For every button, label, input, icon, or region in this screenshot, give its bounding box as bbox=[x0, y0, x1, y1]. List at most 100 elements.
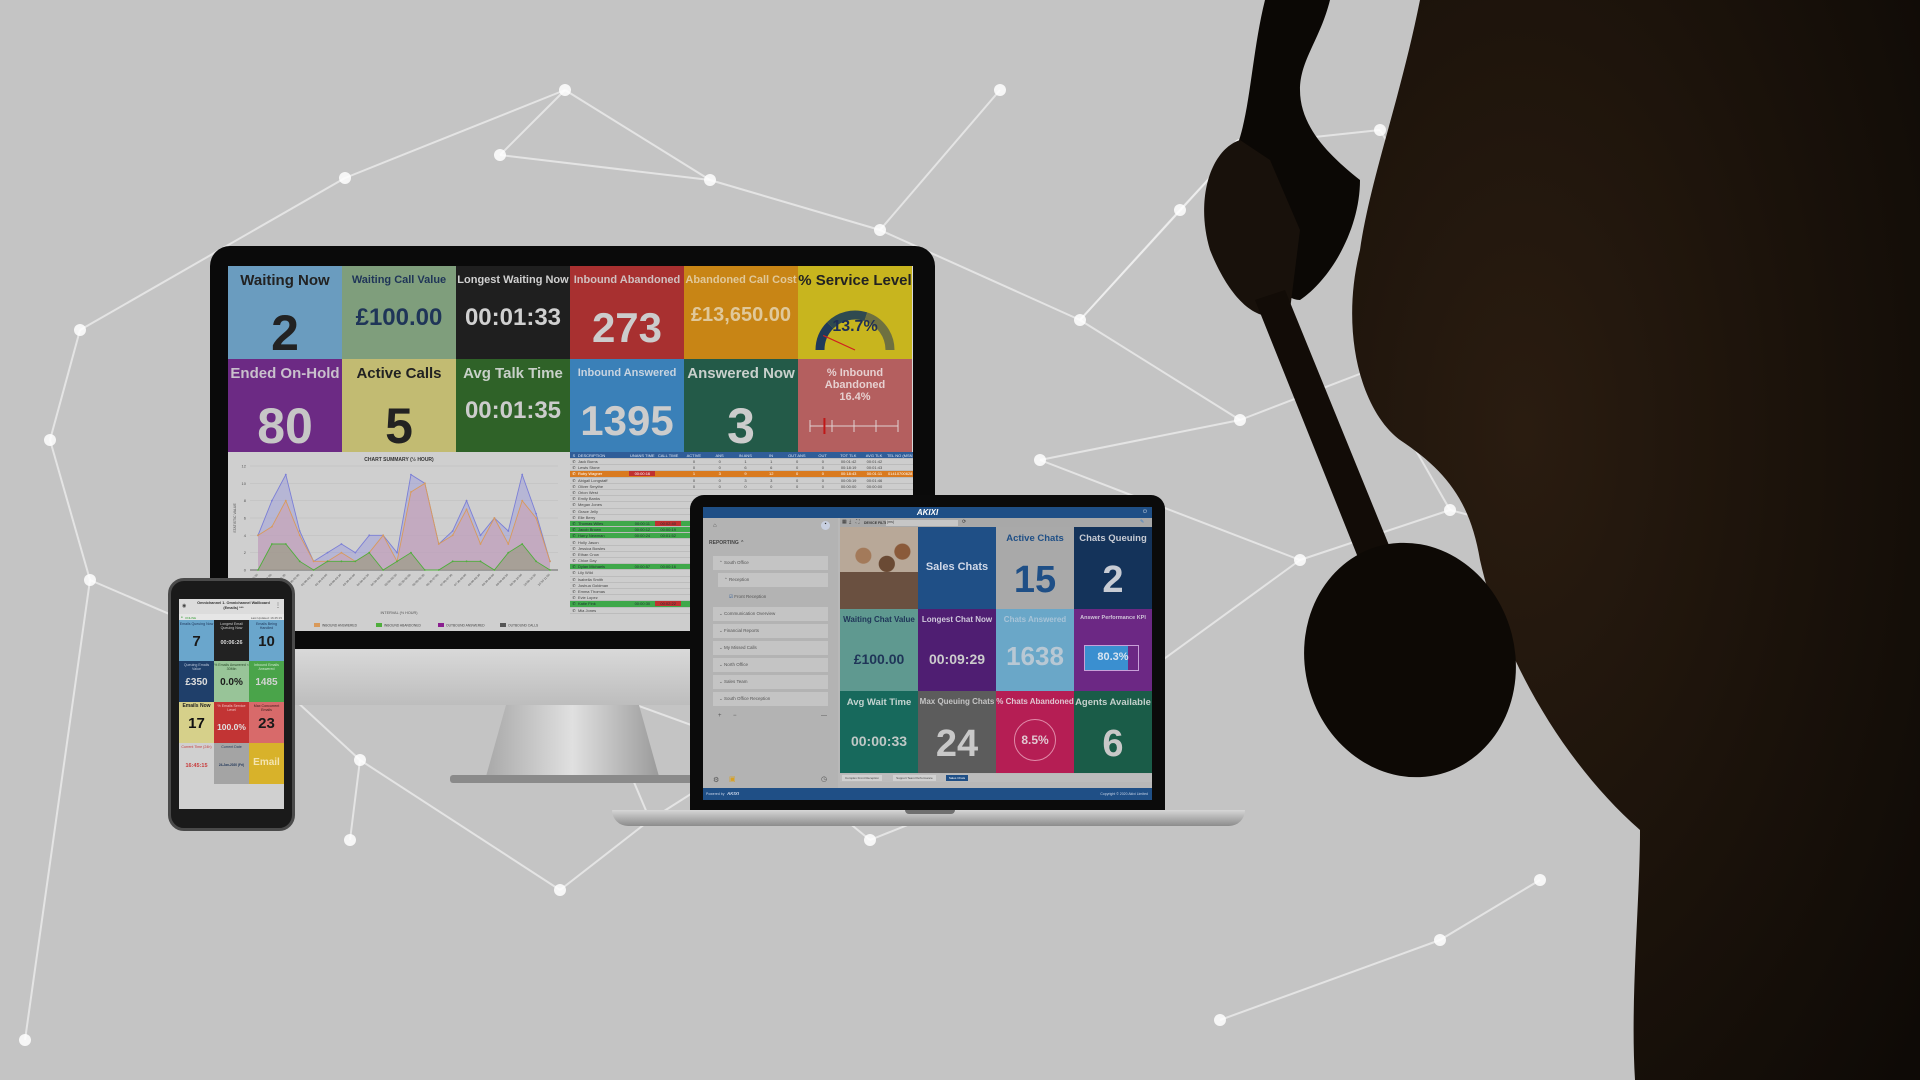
home-icon[interactable]: ⌂ bbox=[713, 523, 717, 529]
column-header[interactable]: UNANS TIME bbox=[629, 453, 655, 458]
y-tick-label: 6 bbox=[244, 516, 247, 521]
wallboard-tab[interactable]: Complex Front Reception bbox=[842, 775, 883, 781]
table-cell: 00:18:19 bbox=[840, 465, 857, 471]
data-point bbox=[507, 543, 510, 545]
tile-value: 00:00:33 bbox=[850, 733, 908, 749]
sidebar-item[interactable]: ☑ Front Reception bbox=[723, 590, 828, 604]
fullscreen-icon[interactable]: ⛶ bbox=[856, 519, 860, 525]
column-header[interactable]: TOT TLK bbox=[835, 453, 861, 458]
tile-emails-answered-pct: % Emails Answered < 30Min 0.0% bbox=[214, 661, 249, 702]
tile-label: Answered Now bbox=[687, 365, 795, 382]
tile-inbound-abandoned: Inbound Abandoned 273 bbox=[570, 266, 684, 359]
sidebar-item[interactable]: ⌃ South Office bbox=[713, 556, 828, 570]
collapse-button[interactable]: — bbox=[821, 713, 827, 719]
tile-value: £100.00 bbox=[853, 651, 905, 667]
tile-value: 00:01:35 bbox=[464, 397, 562, 424]
remove-button[interactable]: − bbox=[733, 713, 737, 719]
legend-item[interactable]: OUTBOUND CALLS bbox=[500, 623, 539, 628]
legend-item[interactable]: OUTBOUND ANSWERED bbox=[438, 623, 485, 628]
add-button[interactable]: + bbox=[718, 713, 722, 719]
tile-value: £13,650.00 bbox=[690, 304, 792, 326]
sidebar-item[interactable]: ⌄ South Office Reception bbox=[713, 692, 828, 706]
agent-name: Orion West bbox=[577, 490, 598, 496]
table-cell: 00:01:46 bbox=[866, 477, 883, 483]
wallboard-tab[interactable]: Support Team Performance bbox=[893, 775, 936, 781]
data-point bbox=[479, 543, 482, 545]
sidebar-item[interactable]: ⌄ My Missed Calls bbox=[713, 641, 828, 655]
table-cell: 00:01:52 bbox=[660, 533, 676, 539]
tile-value: 00:01:33 bbox=[464, 304, 562, 331]
sidebar-item[interactable]: ⌄ Sales Team bbox=[713, 675, 828, 689]
tile-label: % Emails Service Level bbox=[217, 704, 246, 712]
tile-waiting-now: Waiting Now 2 bbox=[228, 266, 342, 359]
wallboard-tab[interactable]: Sales Chats bbox=[945, 775, 969, 781]
edit-icon[interactable]: ✎ bbox=[1140, 519, 1144, 525]
column-header[interactable]: IN bbox=[758, 453, 784, 458]
grid-icon[interactable]: ▦ bbox=[842, 519, 847, 525]
legend-item[interactable]: INBOUND ANSWERED bbox=[314, 623, 358, 628]
tile-label: Avg Talk Time bbox=[463, 365, 563, 382]
sidebar-item-label: South Office Reception bbox=[724, 696, 771, 701]
tile-avg-wait-time: Avg Wait Time 00:00:33 bbox=[840, 691, 918, 773]
app-footer: Powered by AKIXI Copyright © 2020 Akixi … bbox=[703, 788, 1152, 800]
device-filter-select[interactable]: (ms) bbox=[886, 519, 958, 526]
data-point bbox=[451, 560, 454, 563]
download-icon[interactable]: ⤓ bbox=[849, 519, 851, 525]
last-updated: Last Updated: 16:45:15 bbox=[250, 615, 282, 620]
settings-icon[interactable]: ⚙ bbox=[713, 776, 719, 784]
agent-name: Ethan Crow bbox=[577, 551, 599, 557]
data-point bbox=[410, 491, 412, 493]
tile-max-queuing-chats: Max Queuing Chats 24 bbox=[918, 691, 996, 773]
tile-value: 2 bbox=[1102, 559, 1124, 601]
x-tick-label: 08:00-08:30 bbox=[467, 573, 481, 587]
reporting-section-header[interactable]: REPORTING ⌃ bbox=[709, 540, 744, 546]
refresh-icon[interactable]: ⟳ bbox=[962, 519, 966, 525]
data-point bbox=[465, 560, 468, 563]
logout-icon[interactable]: ⏻ bbox=[1143, 509, 1147, 515]
data-point bbox=[271, 543, 273, 545]
sidebar-item[interactable]: ⌃ Reception bbox=[718, 573, 828, 587]
table-cell: 00:01:42 bbox=[866, 459, 883, 465]
column-header[interactable]: CALL TIME bbox=[655, 453, 681, 458]
x-tick-label: 02:30-03:00 bbox=[314, 573, 328, 587]
data-point bbox=[479, 560, 482, 563]
legend-item[interactable]: INBOUND ABANDONED bbox=[376, 623, 421, 628]
y-tick-label: 8 bbox=[244, 498, 247, 503]
y-tick-label: 2 bbox=[244, 550, 247, 555]
more-menu-icon[interactable]: ⋮ bbox=[275, 602, 281, 609]
data-point bbox=[271, 499, 273, 502]
column-header[interactable]: DESCRIPTION bbox=[578, 453, 630, 458]
tile-value: 10 bbox=[258, 633, 275, 650]
phone-status-icon: ✆ bbox=[572, 471, 576, 477]
chat-icon[interactable]: ▣ bbox=[729, 775, 736, 783]
column-header[interactable]: ACTIVE bbox=[681, 453, 707, 458]
agent-name: Jack Burns bbox=[577, 459, 598, 465]
tile-label: Inbound Abandoned bbox=[573, 274, 681, 286]
column-header[interactable]: IN ANS bbox=[732, 453, 758, 458]
data-point bbox=[535, 560, 537, 563]
pin-icon[interactable]: ▪ bbox=[821, 521, 830, 530]
sidebar-item[interactable]: ⌄ North Office bbox=[713, 658, 828, 672]
table-cell: 3 bbox=[744, 477, 747, 483]
x-tick-label: 03:30-04:00 bbox=[342, 573, 356, 587]
tile-value: 17 bbox=[188, 715, 205, 732]
tile-label: Emails Queuing Now bbox=[179, 622, 214, 626]
phone-status-icon: ✆ bbox=[572, 502, 576, 508]
tile-active-calls: Active Calls 5 bbox=[342, 359, 456, 452]
tile-value: 1485 bbox=[255, 677, 278, 688]
agent-name: Jessica Bowles bbox=[577, 545, 606, 551]
sidebar-item[interactable]: ⌄ Communication Overview bbox=[713, 607, 828, 621]
column-header[interactable]: ANS bbox=[707, 453, 733, 458]
data-point bbox=[271, 525, 273, 528]
table-cell: 0 bbox=[744, 483, 747, 489]
column-header[interactable]: OUT ANS bbox=[784, 453, 810, 458]
x-tick-label: 05:30-06:00 bbox=[398, 573, 412, 587]
sidebar-item[interactable]: ⌄ Financial Reports bbox=[713, 624, 828, 638]
column-header[interactable]: OUT bbox=[810, 453, 836, 458]
column-header[interactable]: AVG TLK bbox=[861, 453, 887, 458]
phone-wallboard: ◉ Omnichannel 1. Omnichannel Wallboard (… bbox=[179, 599, 284, 809]
column-header[interactable]: S bbox=[570, 453, 578, 458]
phone-status-icon: ✆ bbox=[572, 477, 576, 483]
column-header[interactable]: TEL NO (MSN) bbox=[887, 453, 913, 458]
clock-icon[interactable]: ◷ bbox=[821, 775, 827, 783]
